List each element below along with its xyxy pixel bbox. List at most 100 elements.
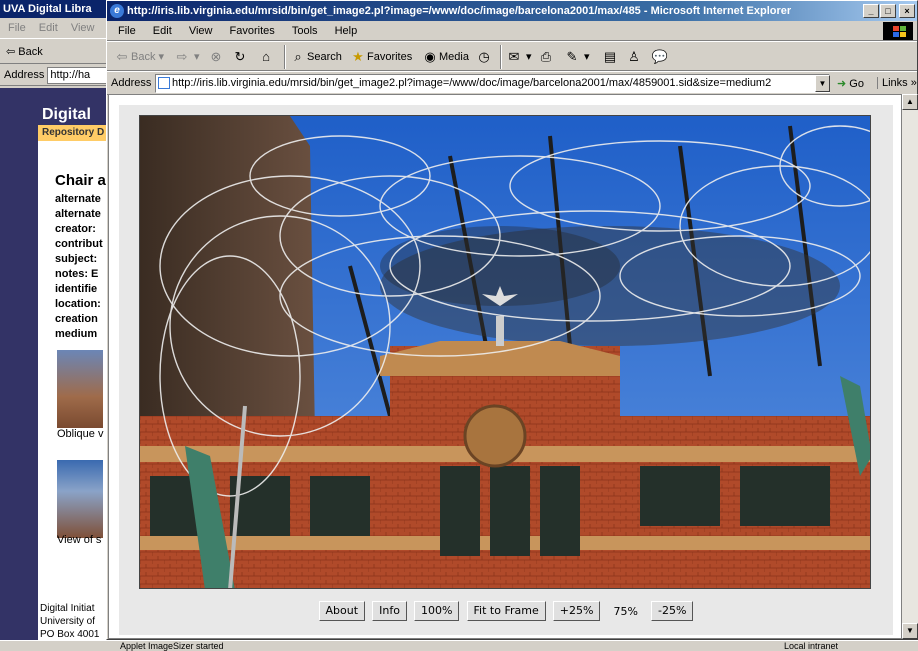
menu-bar: File Edit View Favorites Tools Help	[107, 21, 917, 41]
field-label: creation	[55, 313, 98, 325]
search-icon: ⌕	[294, 49, 302, 65]
field-label: alternate	[55, 208, 101, 220]
edit-button[interactable]: ✎ ▾	[563, 47, 590, 67]
forward-arrow-icon: ⇨	[176, 49, 188, 65]
messenger-button[interactable]: ♙	[625, 47, 643, 67]
field-label: notes: E	[55, 268, 99, 280]
background-address-label: Address	[4, 69, 45, 81]
minimize-button[interactable]: _	[863, 4, 879, 18]
media-icon: ◉	[424, 49, 436, 65]
ie-window: e http://iris.lib.virginia.edu/mrsid/bin…	[106, 0, 918, 640]
background-address-field[interactable]: http://ha	[47, 66, 108, 84]
menu-view[interactable]: View	[189, 25, 213, 37]
media-button[interactable]: ◉ Media	[421, 47, 469, 67]
menu-file[interactable]: File	[118, 25, 136, 37]
background-sidebar	[0, 88, 38, 650]
home-button[interactable]: ⌂	[257, 47, 275, 67]
field-label: contribut	[55, 238, 103, 250]
favorites-button[interactable]: ★ Favorites	[349, 47, 412, 67]
background-title-bar[interactable]: UVA Digital Libra	[0, 0, 119, 18]
background-back-button[interactable]: Back	[18, 46, 42, 58]
info-button[interactable]: Info	[372, 601, 407, 621]
zoom-out-button[interactable]: -25%	[651, 601, 694, 621]
footer-line: University of	[40, 616, 96, 627]
field-label: identifie	[55, 283, 98, 295]
vertical-scrollbar[interactable]: ▲ ▼	[902, 94, 918, 639]
edit-icon: ✎	[566, 49, 578, 65]
links-button[interactable]: Links »	[877, 77, 917, 89]
history-icon: ◷	[478, 49, 490, 65]
research-button[interactable]: 💬	[651, 47, 669, 67]
stop-button[interactable]: ⊗	[207, 47, 225, 67]
background-record-fields: alternate alternate creator: contribut s…	[55, 192, 103, 342]
field-label: alternate	[55, 193, 101, 205]
forward-button[interactable]: ⇨ ▾	[173, 47, 200, 67]
back-arrow-icon: ⇦	[116, 49, 128, 65]
image-viewer-applet: About Info 100% Fit to Frame +25% 75% -2…	[119, 105, 893, 635]
zoom-level-label: 75%	[613, 604, 638, 618]
go-arrow-icon: ➜	[837, 78, 847, 90]
go-button[interactable]: ➜ Go	[837, 77, 864, 90]
address-bar: Address http://iris.lib.virginia.edu/mrs…	[107, 71, 917, 95]
window-title-bar[interactable]: e http://iris.lib.virginia.edu/mrsid/bin…	[107, 1, 917, 21]
address-label: Address	[111, 77, 152, 89]
page-viewport: About Info 100% Fit to Frame +25% 75% -2…	[108, 94, 902, 639]
field-label: medium	[55, 328, 98, 340]
background-page-content: Digital Repository D Chair a alternate a…	[0, 88, 120, 650]
mail-button[interactable]: ✉ ▾	[505, 47, 532, 67]
messenger-icon: ♙	[628, 49, 640, 65]
full-size-button[interactable]: 100%	[414, 601, 460, 621]
refresh-icon: ↻	[234, 49, 246, 65]
fit-to-frame-button[interactable]: Fit to Frame	[466, 601, 546, 621]
maximize-button[interactable]: □	[880, 4, 896, 18]
search-button[interactable]: ⌕ Search	[289, 47, 342, 67]
history-button[interactable]: ◷	[475, 47, 493, 67]
stop-icon: ⊗	[210, 49, 222, 65]
scroll-down-button[interactable]: ▼	[902, 623, 918, 639]
favorites-icon: ★	[352, 49, 364, 65]
thumbnail-caption: View of s	[57, 534, 102, 546]
address-dropdown-button[interactable]: ▼	[815, 75, 830, 92]
menu-help[interactable]: Help	[335, 25, 358, 37]
scroll-up-button[interactable]: ▲	[902, 94, 918, 110]
home-icon: ⌂	[262, 49, 270, 65]
ie-logo-icon: e	[110, 4, 124, 18]
standard-toolbar: ⇦ Back ▾ ⇨ ▾ ⊗ ↻ ⌂ ⌕ Search ★ Favorites ◉ Me…	[107, 41, 917, 71]
menu-favorites[interactable]: Favorites	[230, 25, 275, 37]
thumbnail-caption: Oblique v	[57, 428, 104, 440]
background-menu-edit[interactable]: Edit	[39, 22, 58, 34]
print-button[interactable]: ⎙	[537, 47, 555, 67]
discuss-button[interactable]: ▤	[601, 47, 619, 67]
status-bar: Applet ImageSizer started Local intranet	[0, 640, 918, 651]
footer-line: Digital Initiat	[40, 603, 95, 614]
thumbnail-view[interactable]	[57, 460, 103, 538]
background-footer: Digital Initiat University of PO Box 400…	[40, 602, 99, 641]
back-arrow-icon[interactable]: ⇦	[6, 46, 15, 58]
research-icon: 💬	[651, 49, 669, 65]
window-title: http://iris.lib.virginia.edu/mrsid/bin/g…	[127, 5, 792, 17]
zoomable-photograph[interactable]	[139, 115, 871, 589]
menu-tools[interactable]: Tools	[292, 25, 318, 37]
background-address-bar: Address http://ha	[0, 64, 119, 86]
field-label: location:	[55, 298, 101, 310]
zoom-in-button[interactable]: +25%	[552, 601, 601, 621]
toolbar-separator	[500, 45, 502, 69]
windows-logo-icon	[883, 22, 913, 40]
close-button[interactable]: ×	[899, 4, 915, 18]
field-label: subject:	[55, 253, 98, 265]
mail-icon: ✉	[508, 49, 520, 65]
address-field[interactable]: http://iris.lib.virginia.edu/mrsid/bin/g…	[155, 74, 830, 93]
refresh-button[interactable]: ↻	[231, 47, 249, 67]
background-menu-view[interactable]: View	[71, 22, 95, 34]
toolbar-separator	[284, 45, 286, 69]
page-icon	[158, 77, 170, 89]
zoom-toolbar: About Info 100% Fit to Frame +25% 75% -2…	[119, 601, 893, 625]
menu-edit[interactable]: Edit	[153, 25, 172, 37]
address-url[interactable]: http://iris.lib.virginia.edu/mrsid/bin/g…	[172, 77, 771, 89]
field-label: creator:	[55, 223, 96, 235]
thumbnail-oblique-view[interactable]	[57, 350, 103, 428]
about-button[interactable]: About	[318, 601, 366, 621]
background-menu-file[interactable]: File	[8, 22, 26, 34]
back-button[interactable]: ⇦ Back ▾	[113, 47, 165, 67]
background-toolbar: ⇦ Back	[0, 38, 119, 64]
